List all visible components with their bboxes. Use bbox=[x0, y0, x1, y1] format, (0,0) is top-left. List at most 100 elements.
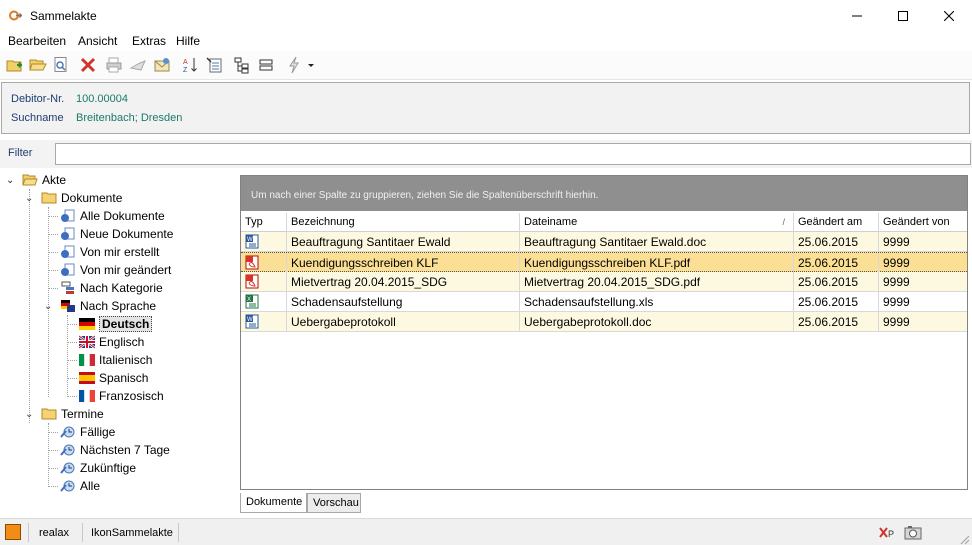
german-flag-icon bbox=[79, 318, 95, 330]
svg-text:A: A bbox=[183, 59, 188, 66]
geaendert-von-cell: 9999 bbox=[883, 315, 910, 329]
tree-item-neue-dokumente[interactable]: Neue Dokumente bbox=[60, 225, 173, 243]
tree-item-zukuenftige[interactable]: Zukünftige bbox=[60, 459, 136, 477]
filter-bar: Filter bbox=[0, 140, 972, 168]
status-user: realax bbox=[39, 527, 69, 539]
collapse-toggle-icon[interactable]: ⌄ bbox=[25, 194, 34, 204]
tree-item-faellige[interactable]: Fällige bbox=[60, 423, 115, 441]
bezeichnung-cell: Mietvertrag 20.04.2015_SDG bbox=[287, 272, 520, 291]
tree-line bbox=[67, 315, 68, 397]
menu-extras[interactable]: Extras bbox=[132, 34, 166, 48]
print-icon[interactable] bbox=[105, 56, 123, 74]
dateiname-cell: Mietvertrag 20.04.2015_SDG.pdf bbox=[520, 272, 794, 291]
column-header-geaendert-am[interactable]: Geändert am bbox=[794, 213, 879, 232]
geaendert-am-cell: 25.06.2015 bbox=[794, 272, 879, 291]
tree-label: Alle bbox=[80, 479, 101, 493]
column-header-geaendert-von[interactable]: Geändert von bbox=[879, 213, 967, 232]
maximize-button[interactable] bbox=[880, 0, 926, 31]
geaendert-von-cell: 9999 bbox=[883, 235, 910, 249]
tree-line bbox=[29, 189, 30, 423]
tree-line bbox=[48, 270, 58, 271]
geaendert-von-cell: 9999 bbox=[883, 275, 910, 289]
collapse-toggle-icon[interactable]: ⌄ bbox=[44, 302, 53, 312]
tree-line bbox=[48, 252, 58, 253]
mail-icon[interactable] bbox=[153, 56, 171, 74]
appointment-icon bbox=[60, 462, 75, 474]
tree-item-englisch[interactable]: Englisch bbox=[79, 333, 144, 351]
delete-icon[interactable] bbox=[79, 56, 97, 74]
tree-label: Alle Dokumente bbox=[80, 209, 165, 223]
properties-icon[interactable] bbox=[206, 56, 224, 74]
tree-label: Von mir geändert bbox=[80, 263, 172, 277]
menu-ansicht[interactable]: Ansicht bbox=[78, 34, 117, 48]
collapse-toggle-icon[interactable]: ⌄ bbox=[6, 176, 15, 186]
tab-vorschau[interactable]: Vorschau bbox=[307, 493, 361, 513]
table-row-selected[interactable]: Kuendigungsschreiben KLF Kuendigungsschr… bbox=[241, 252, 967, 272]
dropdown-arrow-icon[interactable] bbox=[306, 56, 316, 74]
menu-hilfe[interactable]: Hilfe bbox=[176, 34, 200, 48]
tree-item-akte[interactable]: Akte bbox=[22, 171, 66, 189]
column-header-dateiname[interactable]: Dateiname / bbox=[520, 213, 794, 232]
action-icon[interactable] bbox=[285, 56, 303, 74]
tree-item-von-mir-geaendert[interactable]: Von mir geändert bbox=[60, 261, 171, 279]
status-separator bbox=[28, 523, 29, 542]
toolbar: AZ bbox=[0, 51, 972, 80]
tree-label: Italienisch bbox=[99, 353, 153, 367]
tab-dokumente[interactable]: Dokumente bbox=[240, 493, 307, 513]
tree-line bbox=[67, 396, 77, 397]
tree-item-nach-kategorie[interactable]: Nach Kategorie bbox=[60, 279, 163, 297]
category-tree: ⌄ Akte ⌄ Dokumente Alle Dokumente Neue D… bbox=[0, 171, 236, 516]
table-row[interactable]: Mietvertrag 20.04.2015_SDG Mietvertrag 2… bbox=[241, 272, 967, 292]
gear-arrow-icon bbox=[9, 10, 22, 21]
tree-item-nach-sprache[interactable]: Nach Sprache bbox=[60, 297, 156, 315]
geaendert-von-cell: 9999 bbox=[883, 256, 910, 270]
folder-icon bbox=[41, 408, 57, 420]
tree-icon[interactable] bbox=[233, 56, 251, 74]
new-folder-icon[interactable] bbox=[6, 56, 24, 74]
status-separator bbox=[82, 523, 83, 542]
menu-bearbeiten[interactable]: Bearbeiten bbox=[8, 34, 66, 48]
tree-item-termine[interactable]: Termine bbox=[41, 405, 104, 423]
preview-icon[interactable] bbox=[52, 56, 70, 74]
suchname-value: Breitenbach; Dresden bbox=[76, 112, 183, 124]
send-icon[interactable] bbox=[129, 56, 147, 74]
tree-label: Von mir erstellt bbox=[80, 245, 160, 259]
tree-item-deutsch[interactable]: Deutsch bbox=[79, 315, 153, 333]
bezeichnung-cell: Schadensaufstellung bbox=[287, 292, 520, 311]
tree-item-franzosisch[interactable]: Franzosisch bbox=[79, 387, 164, 405]
tree-item-dokumente[interactable]: Dokumente bbox=[41, 189, 122, 207]
bezeichnung-cell: Uebergabeprotokoll bbox=[287, 312, 520, 331]
collapse-toggle-icon[interactable]: ⌄ bbox=[25, 410, 34, 420]
tree-line bbox=[67, 342, 77, 343]
filter-input[interactable] bbox=[55, 143, 971, 165]
tree-line bbox=[48, 216, 58, 217]
group-by-box[interactable]: Um nach einer Spalte zu gruppieren, zieh… bbox=[241, 176, 967, 211]
status-separator bbox=[178, 523, 179, 542]
camera-icon[interactable] bbox=[903, 524, 923, 541]
collapse-icon[interactable] bbox=[257, 56, 275, 74]
table-row[interactable]: X Schadensaufstellung Schadensaufstellun… bbox=[241, 292, 967, 312]
table-row[interactable]: W Uebergabeprotokoll Uebergabeprotokoll.… bbox=[241, 312, 967, 332]
tree-line bbox=[67, 324, 77, 325]
column-header-typ[interactable]: Typ bbox=[241, 213, 287, 232]
tree-item-spanisch[interactable]: Spanisch bbox=[79, 369, 148, 387]
geaendert-am-cell: 25.06.2015 bbox=[794, 312, 879, 331]
tree-label: Spanisch bbox=[99, 371, 149, 385]
tree-label: Englisch bbox=[99, 335, 145, 349]
tree-item-italienisch[interactable]: Italienisch bbox=[79, 351, 152, 369]
export-icon[interactable]: P bbox=[878, 524, 898, 541]
document-stack-icon bbox=[61, 245, 75, 258]
tree-item-von-mir-erstellt[interactable]: Von mir erstellt bbox=[60, 243, 159, 261]
open-folder-icon[interactable] bbox=[29, 56, 47, 74]
sort-az-icon[interactable]: AZ bbox=[182, 56, 200, 74]
close-button[interactable] bbox=[926, 0, 972, 31]
tree-item-alle-dokumente[interactable]: Alle Dokumente bbox=[60, 207, 165, 225]
typ-cell bbox=[241, 292, 287, 311]
appointment-icon bbox=[60, 426, 75, 438]
tree-item-alle[interactable]: Alle bbox=[60, 477, 100, 495]
column-header-bezeichnung[interactable]: Bezeichnung bbox=[287, 213, 520, 232]
minimize-button[interactable] bbox=[834, 0, 880, 31]
tree-item-naechsten-7-tage[interactable]: Nächsten 7 Tage bbox=[60, 441, 170, 459]
table-row[interactable]: W Beauftragung Santitaer Ewald Beauftrag… bbox=[241, 232, 967, 252]
resize-grip-icon[interactable] bbox=[958, 533, 970, 545]
